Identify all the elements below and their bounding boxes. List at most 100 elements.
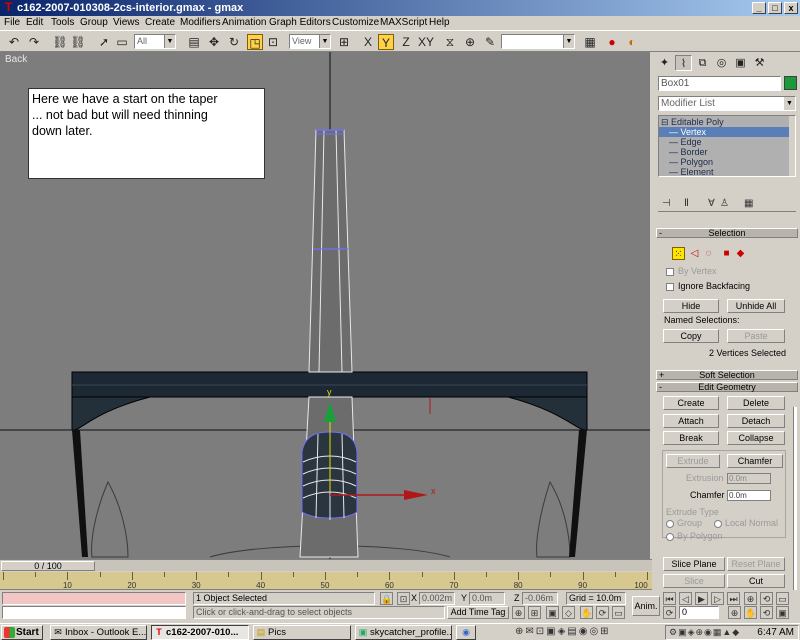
edge-mode-icon[interactable]: ◁	[688, 247, 701, 260]
create-button[interactable]: Create	[663, 396, 719, 410]
zoom-region-icon[interactable]: ⊕	[744, 592, 757, 605]
rotate-icon[interactable]: ↻	[226, 34, 242, 50]
menu-views[interactable]: Views	[113, 16, 140, 30]
move-icon[interactable]: ✥	[206, 34, 222, 50]
stack-item-vertex[interactable]: — Vertex	[659, 127, 789, 137]
time-slider[interactable]: 0 / 100	[0, 559, 652, 571]
maximize-toggle-icon[interactable]: ▭	[776, 592, 789, 605]
pan-icon[interactable]: ✋	[580, 606, 593, 619]
menu-maxscript[interactable]: MAXScript	[380, 16, 427, 30]
reset-plane-button[interactable]: Reset Plane	[727, 557, 785, 571]
chamfer-spinner[interactable]: 0.0m	[727, 490, 771, 501]
extrude-button[interactable]: Extrude	[666, 454, 720, 468]
command-panel-scrollbar[interactable]	[793, 407, 797, 592]
menu-edit[interactable]: Edit	[26, 16, 43, 30]
stack-item-polygon[interactable]: — Polygon	[659, 157, 789, 167]
quick-launch-icons[interactable]: ⊕✉⊡▣◈▤◉◎⊞	[515, 625, 611, 639]
viewport-label[interactable]: Back	[5, 54, 27, 65]
slice-plane-button[interactable]: Slice Plane	[663, 557, 725, 571]
ignore-backfacing-checkbox[interactable]	[666, 283, 674, 291]
motion-tab-icon[interactable]: ◎	[713, 55, 730, 71]
close-button[interactable]: x	[784, 2, 798, 14]
polygon-mode-icon[interactable]: ■	[720, 247, 733, 260]
redo-icon[interactable]: ↷	[26, 34, 42, 50]
configure-sets-icon[interactable]: ▦	[744, 198, 753, 210]
menu-graph-editors[interactable]: Graph Editors	[269, 16, 331, 30]
maximize-viewport-icon[interactable]: ▭	[612, 606, 625, 619]
by-vertex-checkbox[interactable]	[666, 268, 674, 276]
hide-button[interactable]: Hide	[663, 299, 719, 313]
menu-file[interactable]: File	[4, 16, 20, 30]
play-icon[interactable]: ▶	[695, 592, 708, 605]
menu-help[interactable]: Help	[429, 16, 450, 30]
stack-item-element[interactable]: — Element	[659, 167, 789, 176]
menu-customize[interactable]: Customize	[332, 16, 379, 30]
detach-button[interactable]: Detach	[727, 414, 785, 428]
go-to-end-icon[interactable]: ⏭	[727, 592, 740, 605]
remove-modifier-icon[interactable]: ♙	[720, 198, 729, 210]
taskbar-item-pics[interactable]: ▤ Pics	[253, 625, 351, 640]
align-icon[interactable]: ⊕	[462, 34, 478, 50]
zoom-icon[interactable]: ⊕	[512, 606, 525, 619]
group-radio[interactable]	[666, 520, 674, 528]
key-mode-icon[interactable]: ⟳	[663, 606, 676, 619]
hand-pan-icon[interactable]: ✋	[744, 606, 757, 619]
selection-filter-dropdown[interactable]: All ▼	[134, 34, 176, 49]
menu-group[interactable]: Group	[80, 16, 108, 30]
reference-coordinate-dropdown[interactable]: View ▼	[289, 34, 331, 49]
hierarchy-tab-icon[interactable]: ⧉	[694, 55, 711, 71]
modifier-list-dropdown[interactable]: Modifier List ▼	[658, 96, 796, 111]
restrict-y-icon[interactable]: Y	[378, 34, 394, 50]
restrict-x-icon[interactable]: X	[360, 34, 376, 50]
menu-modifiers[interactable]: Modifiers	[180, 16, 221, 30]
taskbar-item-skycatcher[interactable]: ▣ skycatcher_profile...	[355, 625, 452, 640]
tray-icons[interactable]: ⚙▣◈⊕◉▦▲◆	[669, 626, 740, 639]
select-object-icon[interactable]: ➚	[96, 34, 112, 50]
minimize-button[interactable]: _	[752, 2, 766, 14]
region-select-icon[interactable]: ▭	[114, 34, 130, 50]
zoom-extents-icon[interactable]: ▣	[546, 606, 559, 619]
maxscript-output-mini[interactable]	[2, 606, 186, 619]
animate-button[interactable]: Anim.	[632, 596, 660, 616]
attach-button[interactable]: Attach	[663, 414, 719, 428]
rotate-view-icon[interactable]: ⟲	[760, 606, 773, 619]
slice-button[interactable]: Slice	[663, 574, 725, 588]
menu-tools[interactable]: Tools	[51, 16, 74, 30]
viewport-back[interactable]: x y Back Here we have a start on the tap…	[0, 52, 652, 559]
snap-icon[interactable]: ✎	[482, 34, 498, 50]
utilities-tab-icon[interactable]: ⚒	[751, 55, 768, 71]
arc-rotate-icon[interactable]: ⟳	[596, 606, 609, 619]
menu-create[interactable]: Create	[145, 16, 175, 30]
edit-geometry-rollout-header[interactable]: - Edit Geometry	[656, 382, 798, 392]
delete-button[interactable]: Delete	[727, 396, 785, 410]
stack-item-editable-poly[interactable]: ⊟ Editable Poly	[659, 117, 789, 127]
z-coord-field[interactable]: -0.06m	[522, 592, 558, 605]
previous-frame-icon[interactable]: ◁	[679, 592, 692, 605]
break-button[interactable]: Break	[663, 431, 719, 445]
copy-button[interactable]: Copy	[663, 329, 719, 343]
next-frame-icon[interactable]: ▷	[711, 592, 724, 605]
cut-button[interactable]: Cut	[727, 574, 785, 588]
chamfer-button[interactable]: Chamfer	[727, 454, 783, 468]
quick-render-icon[interactable]: ◐	[624, 34, 640, 50]
maximize-button[interactable]: □	[768, 2, 782, 14]
pivot-point-icon[interactable]: ⊞	[336, 34, 352, 50]
maxscript-listener-mini[interactable]	[2, 592, 186, 605]
named-selection-dropdown[interactable]: ▼	[501, 34, 575, 49]
unlink-icon[interactable]: ⛓	[70, 34, 86, 50]
render-icon[interactable]: ●	[604, 34, 620, 50]
element-mode-icon[interactable]: ◆	[734, 247, 747, 260]
pin-stack-icon[interactable]: ⊣	[662, 198, 671, 210]
min-max-toggle-icon[interactable]: ▣	[776, 606, 789, 619]
go-to-start-icon[interactable]: ⏮	[663, 592, 676, 605]
stack-scrollbar[interactable]	[789, 116, 795, 176]
zoom-all-icon[interactable]: ⊞	[528, 606, 541, 619]
menu-animation[interactable]: Animation	[222, 16, 266, 30]
extrusion-spinner[interactable]: 0.0m	[727, 473, 771, 484]
taskbar-item-outlook[interactable]: ✉ Inbox - Outlook E...	[50, 625, 147, 640]
stack-item-edge[interactable]: — Edge	[659, 137, 789, 147]
stack-item-border[interactable]: — Border	[659, 147, 789, 157]
selection-rollout-header[interactable]: - Selection	[656, 228, 798, 238]
select-by-name-icon[interactable]: ▤	[186, 34, 202, 50]
make-unique-icon[interactable]: ∀	[708, 198, 715, 210]
